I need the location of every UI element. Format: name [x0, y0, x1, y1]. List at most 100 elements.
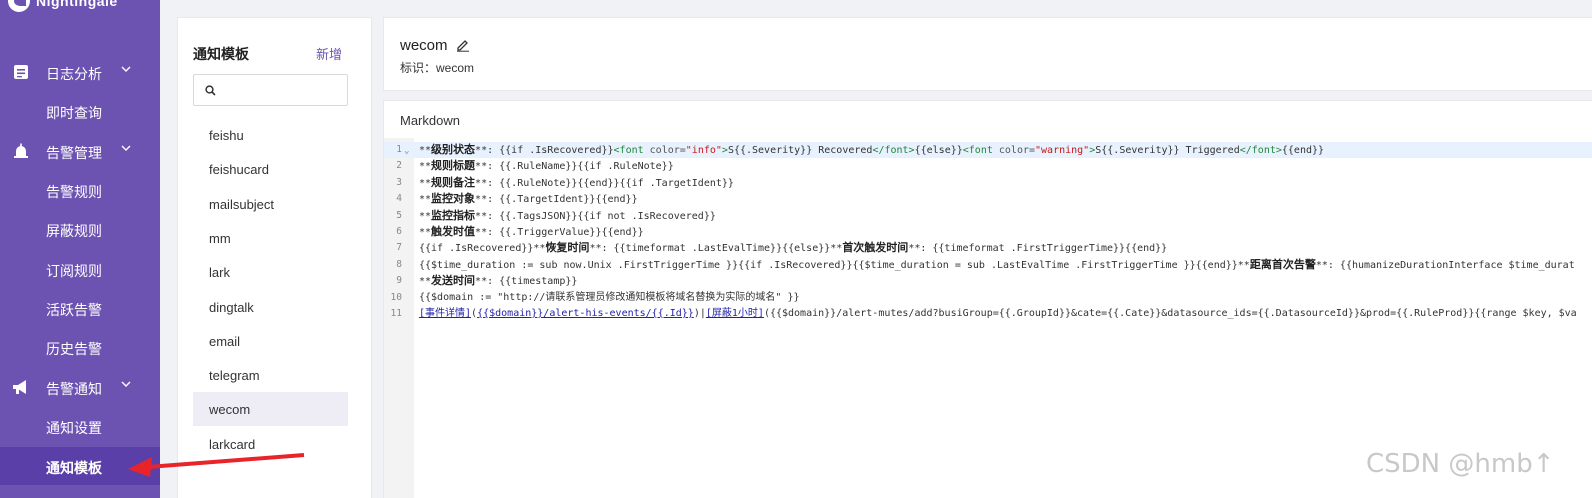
sidebar: Nightingale 日志分析 即时查询 告警管理 告警规则 屏蔽规则 订阅规…: [0, 0, 160, 498]
sidebar-item-instant-query[interactable]: 即时查询: [0, 92, 160, 130]
sidebar-item-notify-templates[interactable]: 通知模板: [0, 447, 160, 485]
sidebar-item-notify-settings[interactable]: 通知设置: [0, 407, 160, 445]
code-token: **: {{timeformat .FirstTriggerTime}}{{en…: [908, 243, 1168, 255]
code-token: **: [419, 210, 432, 222]
code-token: S{{.Severity}} Triggered: [1095, 145, 1240, 156]
template-item-label: mailsubject: [209, 196, 275, 212]
code-line: 6 **触发时值**: {{.TriggerValue}}{{end}}: [384, 224, 1592, 240]
code-token: **: {{humanizeDurationInterface $time_du…: [1315, 259, 1575, 271]
search-box[interactable]: [193, 74, 348, 106]
template-item-label: dingtalk: [209, 299, 254, 315]
template-item-larkcard[interactable]: larkcard: [193, 427, 348, 461]
sidebar-item-alert-rules[interactable]: 告警规则: [0, 171, 160, 209]
edit-pencil-icon[interactable]: [456, 38, 470, 52]
chevron-down-icon: [121, 66, 131, 72]
code-token: 距离首次告警: [1249, 257, 1316, 271]
code-token: **: {{.TargetIdent}}{{end}}: [475, 194, 638, 206]
menu-group-log-analysis[interactable]: 日志分析: [0, 52, 160, 92]
code-token: **: {{if .IsRecovered}}: [475, 145, 614, 156]
code-line: 11 [事件详情]({{$domain}}/alert-his-events/{{…: [384, 306, 1592, 322]
code-token: color=: [998, 145, 1036, 156]
fold-chevron-icon[interactable]: ⌄: [404, 143, 409, 159]
megaphone-icon: [13, 380, 26, 394]
code-token: 级别状态: [431, 143, 476, 156]
code-token: 触发时值: [431, 225, 476, 238]
template-item-mm[interactable]: mm: [193, 221, 348, 255]
template-item-lark[interactable]: lark: [193, 255, 348, 289]
code-text: {{if .IsRecovered}}**恢复时间**: {{timeforma…: [419, 240, 1167, 257]
code-text: **级别状态**: {{if .IsRecovered}}<font color…: [419, 142, 1324, 159]
line-number: 2: [396, 160, 402, 172]
code-token: 首次触发时间: [842, 241, 909, 255]
code-token: **: {{timeformat .LastEvalTime}}{{else}}…: [589, 243, 843, 255]
editor-title: Markdown: [400, 113, 460, 128]
brand-logo[interactable]: Nightingale: [8, 0, 118, 12]
code-token: ({{$domain}}/alert-mutes/add?busiGroup={…: [763, 308, 1577, 319]
template-list-panel: 通知模板 新增 feishu feishucard mailsubject mm lar…: [177, 17, 372, 498]
sidebar-item-label: 屏蔽规则: [46, 223, 102, 239]
sidebar-item-subscribe-rules[interactable]: 订阅规则: [0, 250, 160, 288]
ident-label: 标识：: [400, 61, 437, 75]
code-token: **: [419, 177, 432, 189]
template-item-label: telegram: [209, 368, 260, 384]
menu-group-alert-notify[interactable]: 告警通知: [0, 367, 160, 407]
code-token: **: [419, 276, 432, 288]
code-token: 发送时间: [431, 274, 476, 288]
code-line: 1 ⌄ **级别状态**: {{if .IsRecovered}}<font col…: [384, 142, 1592, 159]
line-number: 6: [396, 226, 402, 237]
code-token[interactable]: [事件详情]: [419, 308, 471, 319]
code-token: {{$domain := "http://请联系管理员修改通知模板将域名替换为实…: [419, 291, 800, 303]
template-item-telegram[interactable]: telegram: [193, 358, 348, 392]
code-token: S{{.Severity}} Recovered: [727, 145, 873, 156]
line-number: 3: [396, 176, 402, 188]
chevron-down-icon: [121, 145, 131, 151]
sidebar-item-label: 通知模板: [46, 460, 102, 476]
add-template-button[interactable]: 新增: [316, 44, 342, 63]
code-token: **: [419, 194, 432, 206]
line-number: 5: [396, 209, 402, 221]
line-number: 4: [396, 193, 402, 205]
search-input[interactable]: [222, 79, 342, 101]
nightingale-logo-icon: [8, 0, 30, 12]
template-name: wecom: [400, 37, 448, 54]
code-token: </font>: [872, 145, 915, 156]
code-text: [事件详情]({{$domain}}/alert-his-events/{{.I…: [419, 306, 1577, 322]
template-header: wecom 标识：wecom: [383, 17, 1592, 91]
code-token[interactable]: {{$domain}}/alert-his-events/{{.Id}}: [477, 308, 694, 319]
code-token: <font: [613, 145, 650, 156]
code-line: 2 **规则标题**: {{.RuleName}}{{if .RuleNote}}: [384, 158, 1592, 174]
code-text: {{$time_duration := sub now.Unix .FirstT…: [419, 257, 1575, 274]
code-token: **: [419, 227, 432, 238]
line-number: 1: [396, 144, 402, 155]
menu-group-alert-management[interactable]: 告警管理: [0, 131, 160, 171]
template-item-label: feishu: [209, 128, 244, 143]
sidebar-item-label: 活跃告警: [46, 302, 102, 318]
template-item-label: larkcard: [209, 436, 256, 452]
code-token: 恢复时间: [545, 241, 590, 255]
template-item-label: mm: [209, 230, 231, 246]
sidebar-item-history-alerts[interactable]: 历史告警: [0, 328, 160, 366]
line-number: 9: [396, 275, 402, 287]
code-text: **监控对象**: {{.TargetIdent}}{{end}}: [419, 191, 638, 208]
code-token: 规则标题: [431, 159, 476, 173]
sidebar-item-mute-rules[interactable]: 屏蔽规则: [0, 210, 160, 248]
template-item-mailsubject[interactable]: mailsubject: [193, 187, 348, 221]
alarm-bell-icon: [14, 143, 28, 158]
code-text: **触发时值**: {{.TriggerValue}}{{end}}: [419, 224, 644, 241]
sidebar-item-active-alerts[interactable]: 活跃告警: [0, 289, 160, 327]
code-editor[interactable]: 1 ⌄ **级别状态**: {{if .IsRecovered}}<font col…: [384, 138, 1592, 498]
template-item-feishu[interactable]: feishu: [193, 118, 348, 152]
sidebar-item-label: 历史告警: [46, 341, 102, 357]
line-number: 11: [390, 308, 402, 319]
code-token: {{end}}: [1281, 145, 1325, 156]
code-token[interactable]: [屏蔽1小时]: [706, 308, 764, 319]
code-text: **监控指标**: {{.TagsJSON}}{{if not .IsRecov…: [419, 208, 716, 225]
template-item-feishucard[interactable]: feishucard: [193, 152, 348, 186]
template-item-email[interactable]: email: [193, 324, 348, 358]
code-token: )|: [693, 308, 706, 319]
template-item-wecom[interactable]: wecom: [193, 392, 348, 427]
template-item-label: lark: [209, 265, 230, 281]
template-item-label: email: [209, 333, 241, 349]
template-item-dingtalk[interactable]: dingtalk: [193, 290, 348, 324]
menu-group-label: 告警管理: [46, 145, 102, 161]
